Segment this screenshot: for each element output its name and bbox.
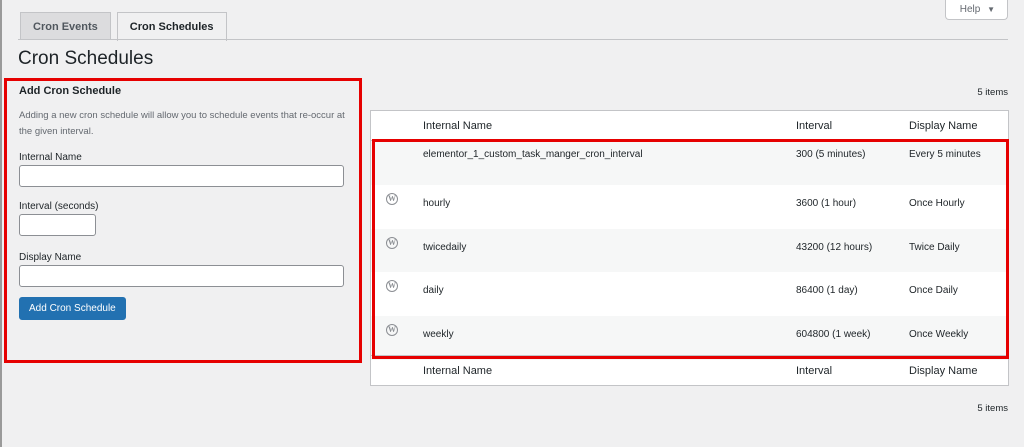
footer-column-internal-name[interactable]: Internal Name	[423, 365, 492, 377]
row-interval: 86400 (1 day)	[796, 285, 858, 297]
row-interval: 604800 (1 week)	[796, 329, 871, 341]
row-internal-name: weekly	[423, 329, 454, 341]
wordpress-icon: W	[386, 324, 398, 337]
column-interval[interactable]: Interval	[796, 120, 832, 132]
items-count-top: 5 items	[977, 87, 1008, 98]
row-interval: 43200 (12 hours)	[796, 241, 873, 253]
row-display-name: Once Hourly	[909, 197, 965, 209]
column-display-name[interactable]: Display Name	[909, 120, 977, 132]
footer-column-interval[interactable]: Interval	[796, 365, 832, 377]
window-edge	[0, 0, 2, 447]
row-display-name: Every 5 minutes	[909, 149, 981, 160]
row-display-name: Twice Daily	[909, 241, 960, 253]
add-cron-schedule-form: Add Cron Schedule Adding a new cron sche…	[4, 78, 362, 363]
tabs-divider	[18, 39, 1008, 40]
row-display-name: Once Daily	[909, 285, 958, 297]
table-row: W hourly 3600 (1 hour) Once Hourly	[371, 185, 1008, 229]
display-name-label: Display Name	[19, 252, 82, 263]
form-description: Adding a new cron schedule will allow yo…	[19, 110, 345, 137]
form-title: Add Cron Schedule	[19, 85, 122, 97]
tab-cron-schedules[interactable]: Cron Schedules	[116, 12, 227, 41]
table-row: W twicedaily 43200 (12 hours) Twice Dail…	[371, 228, 1008, 273]
items-count-bottom: 5 items	[977, 403, 1008, 414]
table-body: elementor_1_custom_task_manger_cron_inte…	[371, 141, 1008, 360]
nav-tabs: Cron Events Cron Schedules	[20, 12, 227, 41]
internal-name-input[interactable]	[19, 165, 344, 187]
row-internal-name: daily	[423, 285, 444, 297]
interval-input[interactable]	[19, 214, 96, 236]
table-header: Internal Name Interval Display Name	[371, 111, 1008, 141]
add-cron-schedule-button[interactable]: Add Cron Schedule	[19, 297, 126, 320]
interval-label: Interval (seconds)	[19, 201, 99, 212]
table-row: W weekly 604800 (1 week) Once Weekly	[371, 316, 1008, 360]
caret-down-icon: ▼	[987, 5, 995, 14]
row-internal-name: hourly	[423, 197, 451, 209]
row-display-name: Once Weekly	[909, 329, 969, 341]
wordpress-icon: W	[386, 236, 398, 249]
wordpress-icon: W	[386, 280, 398, 293]
internal-name-label: Internal Name	[19, 152, 82, 163]
table-footer: Internal Name Interval Display Name	[371, 355, 1008, 385]
row-internal-name: twicedaily	[423, 241, 467, 253]
display-name-input[interactable]	[19, 265, 344, 287]
column-internal-name[interactable]: Internal Name	[423, 120, 492, 132]
help-button[interactable]: Help ▼	[944, 0, 1008, 20]
table-row: W daily 86400 (1 day) Once Daily	[371, 272, 1008, 316]
row-interval: 3600 (1 hour)	[796, 197, 857, 209]
schedules-table: Internal Name Interval Display Name elem…	[370, 110, 1009, 386]
wordpress-icon: W	[386, 192, 398, 205]
page-title: Cron Schedules	[18, 48, 154, 69]
table-row: elementor_1_custom_task_manger_cron_inte…	[371, 141, 1008, 185]
row-internal-name: elementor_1_custom_task_manger_cron_inte…	[423, 149, 643, 160]
help-label: Help	[959, 4, 981, 15]
footer-column-display-name[interactable]: Display Name	[909, 365, 977, 377]
row-interval: 300 (5 minutes)	[796, 149, 866, 160]
tab-cron-events[interactable]: Cron Events	[20, 12, 111, 40]
